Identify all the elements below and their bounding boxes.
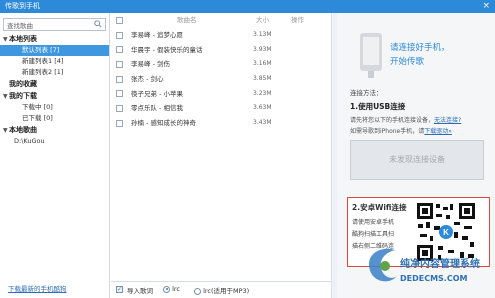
table-row[interactable]: 李易峰 - 追梦心愿 3.13M xyxy=(111,28,331,43)
import-lyrics-label: 导入歌词 xyxy=(127,287,153,295)
song-size: 3.63M xyxy=(253,104,272,112)
table-row[interactable]: 零点乐队 - 相信我 3.63M xyxy=(111,101,331,116)
table-row[interactable]: 李易峰 - 剑伤 3.16M xyxy=(111,57,331,72)
sidebar-item-kugou-folder[interactable]: D:\KuGou xyxy=(0,136,109,147)
section-label: 我的收藏 xyxy=(9,80,37,88)
song-name: 筷子兄弟 - 小苹果 xyxy=(131,89,183,98)
section-downloads[interactable]: ▼我的下载 xyxy=(0,90,109,102)
section-label: 我的下载 xyxy=(9,92,37,100)
song-name: 零点乐队 - 相信我 xyxy=(131,104,183,113)
song-list-panel: 歌曲名 大小 操作 李易峰 - 追梦心愿 3.13M 华晨宇 - 假装快乐的童话 3… xyxy=(111,13,331,298)
row-checkbox[interactable] xyxy=(116,90,123,98)
window-title: 传歌到手机 xyxy=(5,2,40,10)
table-row[interactable]: 筷子兄弟 - 小苹果 3.23M xyxy=(111,87,331,102)
prompt-line-2: 开始传歌 xyxy=(390,57,425,67)
lrc-radio[interactable]: lrc xyxy=(163,285,180,293)
method-label: 连接方法： xyxy=(350,89,383,97)
no-device-button[interactable]: 未发现连接设备 xyxy=(350,140,484,180)
usb-line-2: 如需导歌到iPhone手机，请 xyxy=(350,128,425,135)
download-driver-link[interactable]: 下载驱动» xyxy=(424,128,452,135)
iphone-instruction: 如需导歌到iPhone手机，请下载驱动» xyxy=(350,126,452,135)
section-local-songs[interactable]: ▼本地歌曲 xyxy=(0,124,109,136)
list-header: 歌曲名 大小 操作 xyxy=(111,13,331,28)
lrc-mp3-label: lrc(适用于MP3) xyxy=(203,287,250,295)
close-icon[interactable]: × xyxy=(482,0,490,13)
import-lyrics-checkbox[interactable]: ✓ xyxy=(116,286,123,293)
table-row[interactable]: 孙楠 - 感知成长的神奇 3.43M xyxy=(111,116,331,131)
usb-line-1: 请先将您以下的手机连接设备， xyxy=(350,117,435,124)
left-panel: 查找歌曲 ▼本地列表 默认列表 [7] 新建列表1 [4] 新建列表2 [1] … xyxy=(0,13,110,298)
section-favorites[interactable]: 我的收藏 xyxy=(0,78,109,90)
section-label: 本地列表 xyxy=(9,35,37,43)
song-size: 3.16M xyxy=(253,60,272,68)
row-checkbox[interactable] xyxy=(116,104,123,112)
search-placeholder: 查找歌曲 xyxy=(7,21,33,30)
header-name: 歌曲名 xyxy=(177,16,197,24)
select-all-checkbox[interactable] xyxy=(116,17,123,24)
song-name: 李易峰 - 追梦心愿 xyxy=(131,31,183,39)
search-input[interactable]: 查找歌曲 xyxy=(3,18,106,31)
dedecms-logo-icon xyxy=(369,248,397,282)
table-row[interactable]: 张杰 - 剑心 3.85M xyxy=(111,72,331,87)
radio-unselected xyxy=(194,287,201,295)
table-row[interactable]: 华晨宇 - 假装快乐的童话 3.93M xyxy=(111,43,331,58)
song-name: 孙楠 - 感知成长的神奇 xyxy=(131,119,196,128)
song-size: 3.43M xyxy=(253,119,272,127)
row-checkbox[interactable] xyxy=(116,119,123,127)
cannot-connect-link[interactable]: 无法连接? xyxy=(434,117,461,124)
watermark-line-1: 纯净内容管理系统 xyxy=(400,259,480,270)
usb-instruction: 请先将您以下的手机连接设备，无法连接? xyxy=(350,115,461,124)
song-size: 3.23M xyxy=(253,89,272,97)
song-name: 华晨宇 - 假装快乐的童话 xyxy=(131,45,203,54)
sidebar-item-default-list[interactable]: 默认列表 [7] xyxy=(0,45,109,56)
usb-title: 1.使用USB连接 xyxy=(350,102,406,111)
song-name: 张杰 - 剑心 xyxy=(131,75,164,84)
sidebar-item-downloading[interactable]: 下载中 [0] xyxy=(0,102,109,113)
row-checkbox[interactable] xyxy=(116,60,123,68)
sidebar-item-downloaded[interactable]: 已下载 [0] xyxy=(0,113,109,124)
wifi-title: 2.安卓Wifi连接 xyxy=(352,203,407,212)
watermark-line-2: DEDECMS.COM xyxy=(400,274,468,283)
song-name: 李易峰 - 剑伤 xyxy=(131,60,170,69)
lrc-mp3-radio[interactable]: lrc(适用于MP3) xyxy=(194,285,249,295)
phone-usb-icon xyxy=(360,33,382,78)
header-size: 大小 xyxy=(256,16,269,24)
download-mobile-link[interactable]: 下载最新的手机酷狗 xyxy=(8,283,67,293)
wifi-line: 请使用安卓手机 xyxy=(352,219,395,226)
song-size: 3.93M xyxy=(253,45,272,53)
title-bar: 传歌到手机 × xyxy=(0,0,495,13)
connect-prompt: 请连接好手机， 开始传歌 xyxy=(390,41,450,69)
watermark: 纯净内容管理系统 DEDECMS.COM xyxy=(365,232,495,298)
list-footer: ✓ 导入歌词 lrc lrc(适用于MP3) xyxy=(111,281,331,298)
song-size: 3.13M xyxy=(253,31,272,38)
section-label: 本地歌曲 xyxy=(9,126,37,134)
sidebar-item-new-list-2[interactable]: 新建列表2 [1] xyxy=(0,67,109,78)
song-size: 3.85M xyxy=(253,75,272,83)
row-checkbox[interactable] xyxy=(116,31,123,39)
sidebar-item-new-list-1[interactable]: 新建列表1 [4] xyxy=(0,56,109,67)
section-local-list[interactable]: ▼本地列表 xyxy=(0,33,109,45)
radio-selected xyxy=(163,285,170,293)
lrc-label: lrc xyxy=(172,285,180,293)
row-checkbox[interactable] xyxy=(116,46,123,54)
header-action: 操作 xyxy=(291,16,304,24)
prompt-line-1: 请连接好手机， xyxy=(390,43,450,53)
search-icon[interactable] xyxy=(94,20,102,28)
row-checkbox[interactable] xyxy=(116,75,123,83)
